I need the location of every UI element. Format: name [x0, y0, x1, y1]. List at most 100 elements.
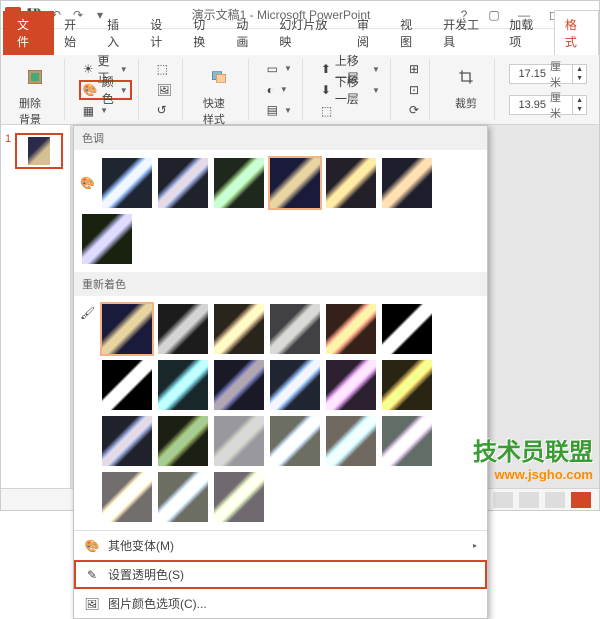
send-backward-icon: ⬇: [321, 83, 331, 97]
recolor-option[interactable]: [212, 414, 266, 468]
thumbnail-preview: [15, 133, 63, 169]
tab-design[interactable]: 设计: [140, 11, 183, 55]
reading-view-icon[interactable]: [545, 492, 565, 508]
recolor-option[interactable]: [212, 302, 266, 356]
height-field[interactable]: [510, 68, 548, 80]
dropdown-footer: 🎨 其他变体(M) ▸ ✎ 设置透明色(S) 🖼 图片颜色选项(C)...: [74, 530, 487, 618]
recolor-option[interactable]: [268, 358, 322, 412]
layout-icon: ▤: [267, 103, 278, 117]
tone-option[interactable]: [156, 156, 210, 210]
normal-view-icon[interactable]: [493, 492, 513, 508]
send-backward-button[interactable]: ⬇ 下移一层 ▼: [317, 80, 384, 100]
unit-label: 厘米: [548, 58, 572, 90]
color-options-menu-item[interactable]: 🖼 图片颜色选项(C)...: [74, 589, 487, 618]
tab-view[interactable]: 视图: [390, 11, 433, 55]
color-button[interactable]: 🎨 颜色 ▼: [79, 80, 132, 100]
artistic-effects-button[interactable]: ▦ ▼: [79, 101, 132, 120]
slideshow-view-icon[interactable]: [571, 492, 591, 508]
picture-border-button[interactable]: ▭▼: [263, 59, 296, 79]
tab-developer[interactable]: 开发工具: [433, 11, 499, 55]
height-input[interactable]: 厘米 ▲▼: [509, 64, 587, 84]
up-arrow-icon[interactable]: ▲: [573, 65, 586, 74]
recolor-option[interactable]: [100, 414, 154, 468]
tone-option[interactable]: [80, 212, 134, 266]
recolor-option[interactable]: [212, 358, 266, 412]
recolor-option[interactable]: [268, 302, 322, 356]
ribbon-tabs: 文件 开始 插入 设计 切换 动画 幻灯片放映 审阅 视图 开发工具 加载项 格…: [1, 29, 599, 55]
chevron-right-icon: ▸: [473, 541, 477, 550]
watermark-url: www.jsgho.com: [473, 467, 593, 482]
recolor-option[interactable]: [100, 358, 154, 412]
recolor-option[interactable]: [268, 414, 322, 468]
recolor-option[interactable]: [156, 414, 210, 468]
picture-layout-button[interactable]: ▤▼: [263, 100, 296, 120]
tone-option[interactable]: [100, 156, 154, 210]
group-button[interactable]: ⊡: [405, 80, 423, 100]
recolor-option[interactable]: [324, 358, 378, 412]
width-input[interactable]: 厘米 ▲▼: [509, 95, 587, 115]
recolor-grid: 🖌: [74, 296, 487, 530]
tab-review[interactable]: 审阅: [347, 11, 390, 55]
crop-button[interactable]: 裁剪: [444, 59, 488, 113]
tone-option[interactable]: [324, 156, 378, 210]
file-tab[interactable]: 文件: [3, 11, 54, 55]
watermark-text: 技术员联盟: [473, 432, 593, 467]
more-variants-menu-item[interactable]: 🎨 其他变体(M) ▸: [74, 531, 487, 560]
selection-pane-button[interactable]: ⬚: [317, 101, 384, 120]
effects-icon: ▦: [83, 104, 94, 118]
up-arrow-icon[interactable]: ▲: [573, 96, 586, 105]
group-size: 厘米 ▲▼ 厘米 ▲▼: [503, 59, 593, 120]
tab-insert[interactable]: 插入: [97, 11, 140, 55]
recolor-option[interactable]: [380, 302, 434, 356]
tab-home[interactable]: 开始: [54, 11, 97, 55]
quick-styles-label: 快速样式: [203, 95, 236, 127]
tab-addins[interactable]: 加载项: [499, 11, 554, 55]
tab-transitions[interactable]: 切换: [183, 11, 226, 55]
quick-styles-button[interactable]: 快速样式: [197, 59, 242, 129]
recolor-option[interactable]: [156, 358, 210, 412]
down-arrow-icon[interactable]: ▼: [573, 74, 586, 83]
width-field[interactable]: [510, 99, 548, 111]
group-styles: 快速样式: [191, 59, 249, 120]
group-adjust: 删除背景: [7, 59, 65, 120]
remove-background-button[interactable]: 删除背景: [13, 59, 58, 129]
recolor-option-selected[interactable]: [100, 302, 154, 356]
chevron-down-icon: ▼: [120, 86, 128, 95]
slide-thumbnail[interactable]: 1: [5, 133, 66, 169]
tab-slideshow[interactable]: 幻灯片放映: [269, 11, 347, 55]
sorter-view-icon[interactable]: [519, 492, 539, 508]
align-button[interactable]: ⊞: [405, 59, 423, 79]
remove-bg-label: 删除背景: [19, 95, 52, 127]
brightness-icon: ☀: [83, 62, 94, 76]
reset-button[interactable]: ↺: [153, 100, 176, 120]
recolor-option[interactable]: [380, 414, 434, 468]
color-dropdown: 色调 🎨 重新着色 🖌: [73, 125, 488, 619]
recolor-option[interactable]: [380, 358, 434, 412]
compress-button[interactable]: ⬚: [153, 59, 176, 79]
chevron-down-icon: ▼: [100, 106, 108, 115]
set-transparent-menu-item[interactable]: ✎ 设置透明色(S): [74, 560, 487, 589]
change-picture-button[interactable]: 🖼: [153, 80, 176, 100]
recolor-option[interactable]: [156, 470, 210, 524]
group-align: ⊞ ⊡ ⟳: [399, 59, 430, 120]
tone-option[interactable]: [212, 156, 266, 210]
tab-animations[interactable]: 动画: [226, 11, 269, 55]
recolor-option[interactable]: [100, 470, 154, 524]
tone-option-selected[interactable]: [268, 156, 322, 210]
remove-bg-icon: [19, 61, 51, 93]
glow-icon: ◐: [267, 83, 274, 97]
tone-option[interactable]: [380, 156, 434, 210]
rotate-button[interactable]: ⟳: [405, 100, 423, 120]
recolor-icon: 🖌: [80, 302, 98, 524]
tab-format[interactable]: 格式: [554, 10, 599, 55]
tone-grid: 🎨: [74, 150, 487, 272]
recolor-option[interactable]: [212, 470, 266, 524]
recolor-option[interactable]: [324, 302, 378, 356]
recolor-option[interactable]: [156, 302, 210, 356]
color-options-label: 图片颜色选项(C)...: [108, 595, 207, 612]
group-misc: ⬚ 🖼 ↺: [147, 59, 183, 120]
recolor-option[interactable]: [324, 414, 378, 468]
down-arrow-icon[interactable]: ▼: [573, 105, 586, 114]
picture-effects-button[interactable]: ◐▼: [263, 80, 296, 100]
compress-icon: ⬚: [157, 62, 168, 76]
